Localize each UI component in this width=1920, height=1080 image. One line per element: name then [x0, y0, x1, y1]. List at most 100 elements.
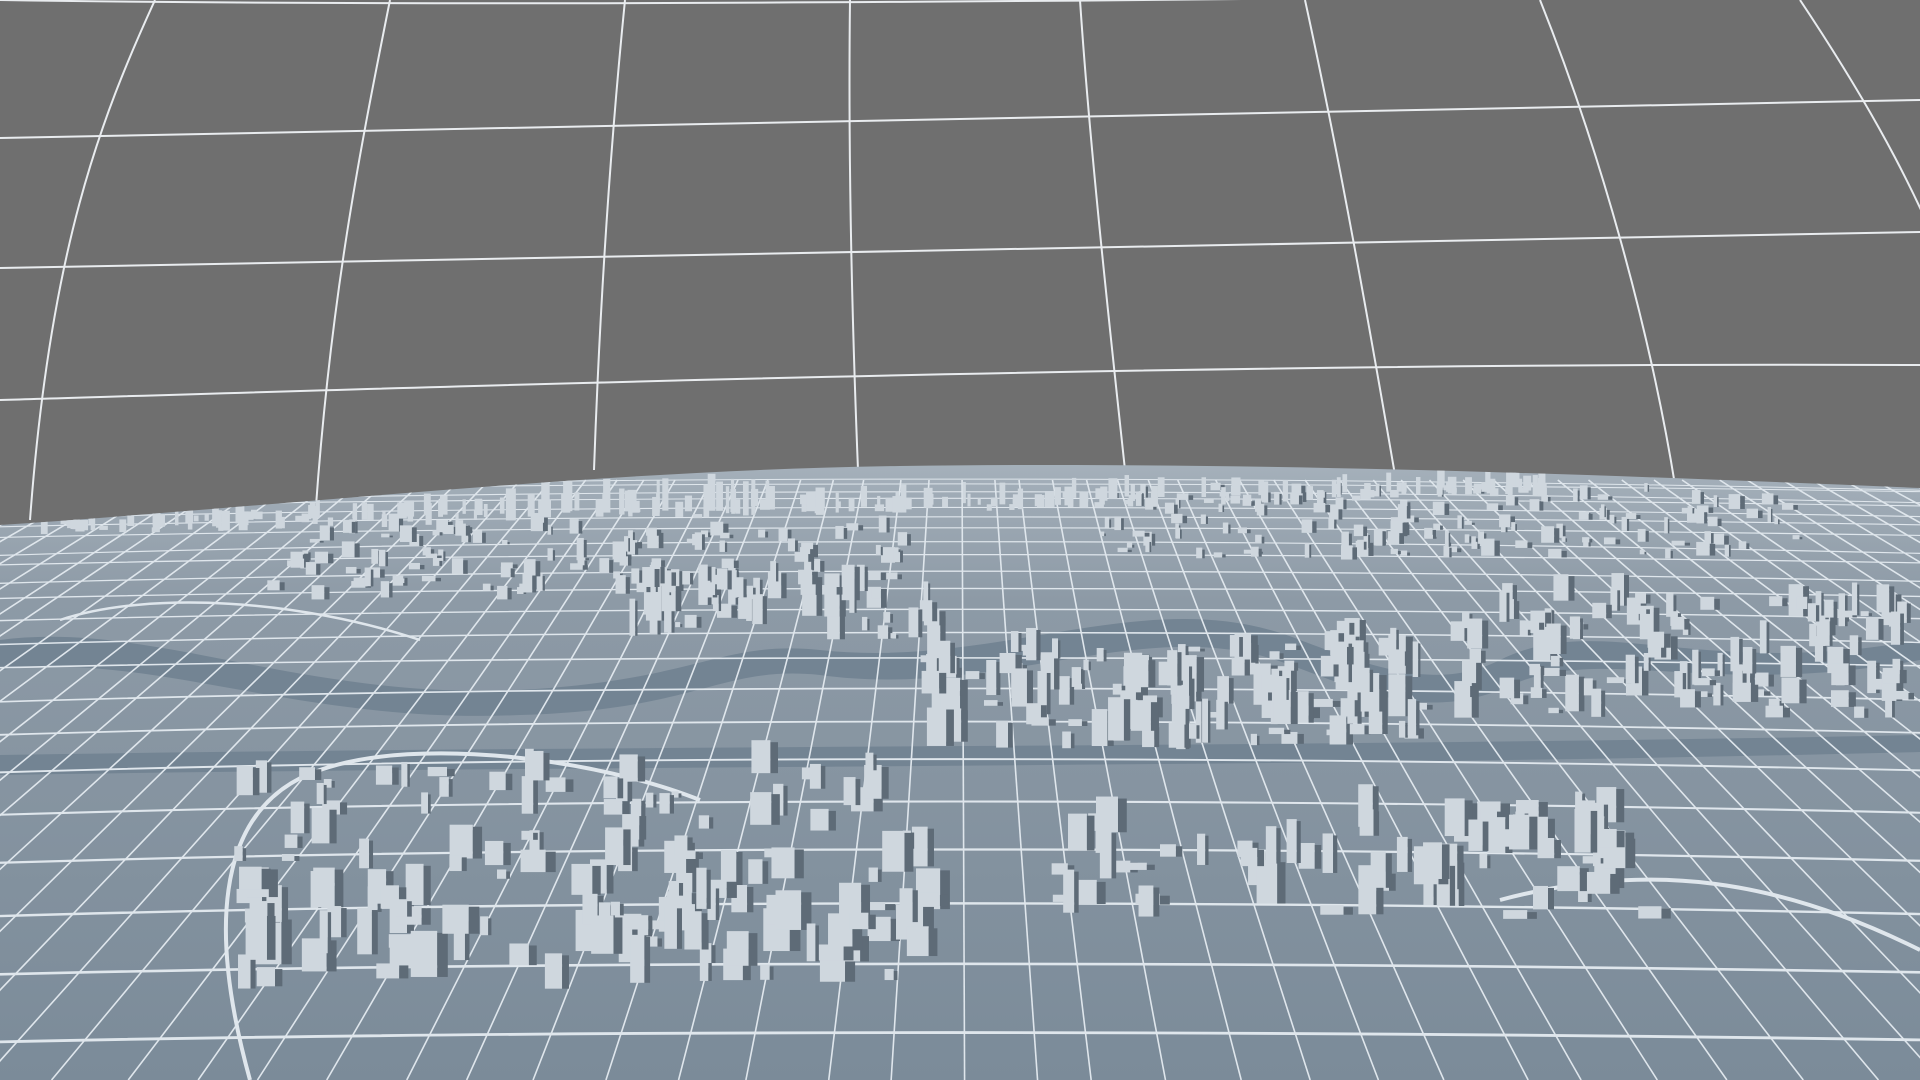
skyline-tower — [127, 514, 135, 527]
building-side — [1202, 549, 1205, 559]
building — [1473, 487, 1482, 494]
skyline-tower — [628, 503, 632, 515]
building-side — [1539, 622, 1545, 630]
building-side — [956, 657, 960, 675]
building — [421, 792, 428, 814]
building-side — [660, 566, 665, 584]
building — [911, 826, 928, 867]
building-side — [1878, 619, 1884, 640]
building-side — [1646, 594, 1651, 604]
building-side — [653, 794, 657, 808]
skyline-tower — [538, 500, 547, 517]
building — [299, 767, 315, 780]
skyline-tower — [1401, 482, 1407, 495]
building — [1145, 539, 1150, 553]
building-side — [439, 532, 443, 536]
skyline-tower — [1505, 485, 1513, 495]
building — [1553, 574, 1569, 601]
skyline-tower — [1258, 480, 1264, 496]
building — [1202, 698, 1209, 743]
building-side — [1150, 702, 1159, 731]
building — [316, 782, 324, 805]
building-side — [828, 810, 836, 831]
skyline-tower — [1221, 487, 1226, 505]
building — [1533, 666, 1541, 688]
building — [1712, 533, 1725, 545]
building-side — [836, 587, 843, 595]
building — [1313, 698, 1333, 707]
building-side — [619, 903, 624, 916]
building — [1104, 517, 1110, 528]
building-side — [1196, 657, 1205, 692]
building-side — [354, 543, 360, 558]
building — [569, 519, 579, 534]
building-side — [1578, 676, 1585, 712]
building-side — [1258, 548, 1262, 557]
building-side — [1694, 691, 1701, 708]
building-side — [369, 840, 374, 869]
building-side — [939, 672, 947, 694]
building-side — [613, 917, 623, 954]
building-side — [904, 832, 914, 872]
building — [1424, 534, 1433, 539]
building-side — [1297, 733, 1304, 744]
building-side — [1296, 821, 1301, 864]
building — [1849, 635, 1859, 656]
building-side — [1180, 529, 1182, 539]
building — [576, 537, 584, 558]
building-side — [1406, 506, 1411, 519]
building-side — [1440, 525, 1443, 530]
skyline-tower — [327, 517, 334, 526]
building — [1548, 707, 1559, 714]
building — [1188, 723, 1197, 739]
building-side — [1239, 637, 1243, 657]
building-side — [404, 580, 407, 584]
building — [921, 670, 940, 694]
building — [798, 569, 813, 585]
building-side — [1906, 603, 1911, 623]
skyline-tower — [1225, 492, 1230, 501]
building-side — [341, 908, 347, 938]
building-side — [1515, 524, 1518, 531]
building — [1621, 516, 1627, 531]
building — [1011, 668, 1027, 707]
building-side — [635, 542, 639, 555]
building-side — [1363, 526, 1368, 537]
building-side — [1379, 485, 1381, 497]
building — [1433, 523, 1441, 530]
building-side — [927, 828, 934, 867]
skyline-tower — [1538, 488, 1547, 496]
building-side — [1179, 500, 1181, 509]
building-side — [628, 538, 630, 552]
skyline-tower — [1319, 491, 1325, 498]
building-side — [997, 702, 1004, 706]
building-side — [606, 861, 614, 894]
building — [1851, 582, 1858, 616]
building — [1197, 833, 1206, 865]
building-side — [1559, 657, 1564, 667]
building — [408, 562, 420, 570]
building-side — [1117, 798, 1127, 833]
building — [1357, 539, 1364, 550]
building — [375, 765, 393, 785]
building-side — [242, 848, 247, 861]
building — [1681, 507, 1693, 514]
building-side — [1714, 670, 1720, 677]
building — [1728, 494, 1741, 509]
building-side — [1111, 833, 1117, 879]
building — [1167, 650, 1178, 686]
building-side — [1174, 504, 1178, 514]
building-side — [562, 955, 569, 989]
skyline-tower — [619, 488, 625, 515]
building — [677, 850, 696, 859]
building-side — [1616, 830, 1625, 848]
building — [1052, 638, 1059, 659]
building — [1218, 503, 1223, 513]
building — [380, 581, 390, 598]
building-side — [266, 762, 272, 793]
building — [682, 571, 691, 585]
building — [1565, 674, 1579, 712]
skyline-tower — [473, 509, 477, 520]
skyline-tower — [1465, 477, 1472, 495]
building-side — [1153, 887, 1160, 917]
